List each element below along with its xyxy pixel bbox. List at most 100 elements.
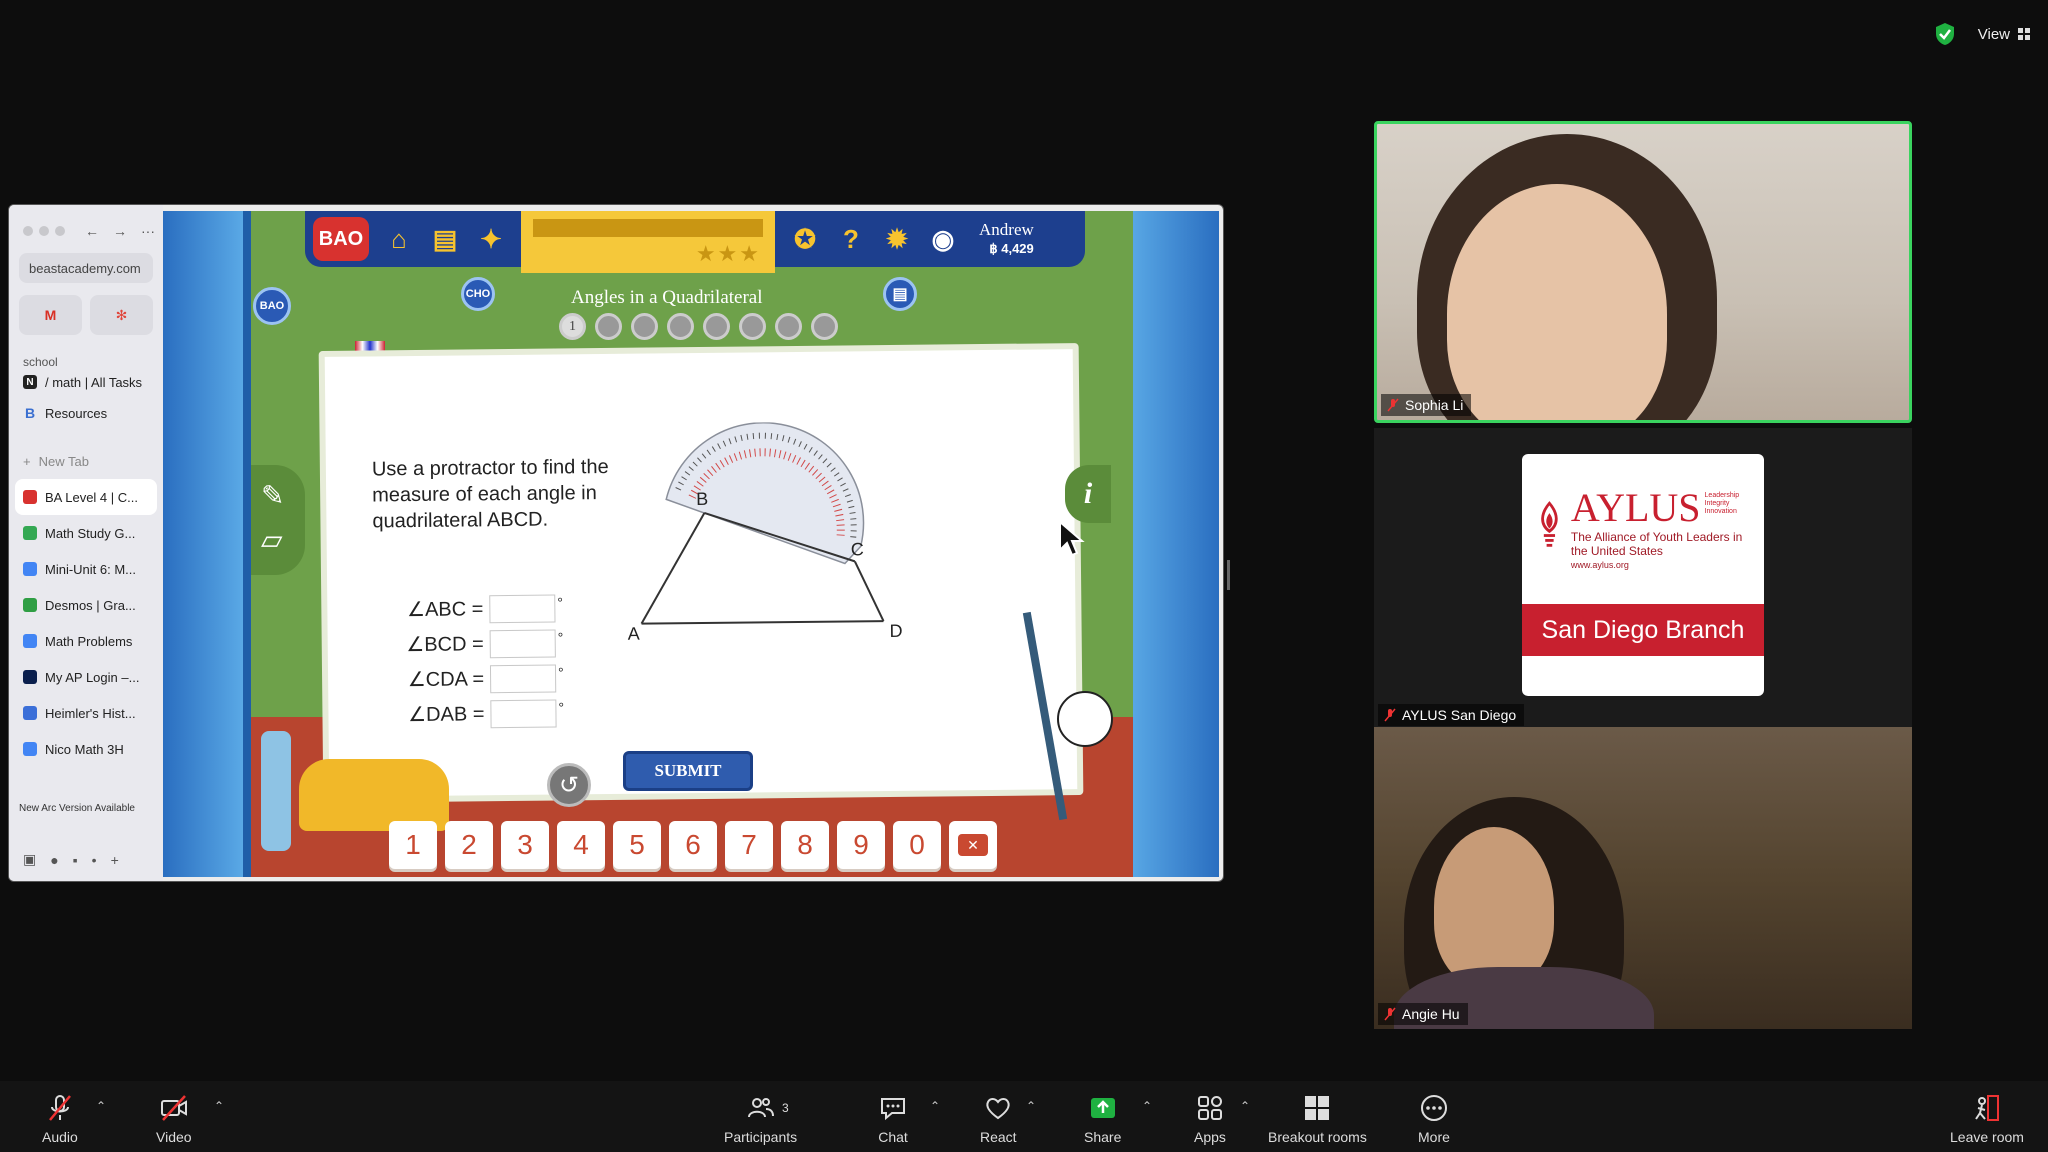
lesson-step[interactable]: 1 — [559, 313, 586, 340]
breakout-rooms-label: Breakout rooms — [1268, 1129, 1367, 1145]
share-screen-icon — [1090, 1098, 1115, 1118]
book-icon[interactable]: ▤ — [429, 223, 461, 255]
video-tile-sophia[interactable]: Sophia Li — [1374, 121, 1912, 423]
add-space-icon[interactable]: + — [111, 852, 119, 868]
breakout-rooms-button[interactable]: Breakout rooms — [1268, 1093, 1367, 1145]
angle-input[interactable] — [489, 594, 556, 623]
chat-button[interactable]: Chat — [878, 1093, 908, 1145]
lesson-step[interactable] — [631, 313, 658, 340]
lesson-step[interactable] — [739, 313, 766, 340]
lesson-step[interactable] — [667, 313, 694, 340]
react-button[interactable]: React — [980, 1093, 1017, 1145]
gmail-pin[interactable]: M — [19, 295, 82, 335]
browser-tab[interactable]: Mini-Unit 6: M... — [9, 551, 163, 587]
award-icon[interactable]: ✪ — [789, 223, 821, 255]
audio-button[interactable]: Audio — [42, 1093, 78, 1145]
keypad-key[interactable]: 6 — [669, 821, 717, 869]
user-info[interactable]: Andrew ฿ 4,429 — [979, 220, 1034, 258]
url-bar[interactable]: beastacademy.com — [19, 253, 153, 283]
apps-button[interactable]: Apps — [1194, 1093, 1226, 1145]
browser-tab[interactable]: Heimler's Hist... — [9, 695, 163, 731]
video-options-caret-icon[interactable]: ⌃ — [214, 1099, 224, 1113]
forward-arrow-icon[interactable]: → — [113, 223, 127, 239]
lesson-steps: 1 — [559, 313, 838, 340]
keypad-key[interactable]: 8 — [781, 821, 829, 869]
bao-logo[interactable]: BAO — [313, 217, 369, 261]
update-banner[interactable]: New Arc Version Available — [19, 803, 135, 814]
angle-input[interactable] — [489, 664, 557, 693]
leave-room-button[interactable]: Leave room — [1950, 1093, 2024, 1145]
more-button[interactable]: More — [1418, 1093, 1450, 1145]
lesson-step[interactable] — [811, 313, 838, 340]
folder-item-label: Resources — [45, 405, 108, 421]
back-arrow-icon[interactable]: ← — [85, 223, 99, 239]
angle-input[interactable] — [490, 699, 557, 728]
info-button[interactable]: i — [1065, 465, 1111, 523]
backspace-key[interactable]: ✕ — [949, 821, 997, 869]
bao-badge[interactable]: BAO — [253, 287, 291, 325]
leave-room-icon — [1975, 1095, 1999, 1121]
browser-tab[interactable]: Math Problems — [9, 623, 163, 659]
keypad-key[interactable]: 4 — [557, 821, 605, 869]
pinned-tabs: M ✻ — [19, 295, 153, 335]
browser-tab[interactable]: Nico Math 3H — [9, 731, 163, 767]
apps-options-caret-icon[interactable]: ⌃ — [1240, 1099, 1250, 1113]
home-icon[interactable]: ⌂ — [383, 223, 415, 255]
chapter-badge[interactable]: CHO — [461, 277, 495, 311]
pencil-icon[interactable]: ✎ — [261, 479, 284, 512]
video-button[interactable]: Video — [156, 1093, 192, 1145]
encryption-shield-icon[interactable] — [1934, 22, 1956, 46]
reset-icon[interactable]: ↺ — [547, 763, 591, 807]
avatar-icon[interactable]: ◉ — [927, 223, 959, 255]
space-dot-icon[interactable]: • — [92, 852, 97, 868]
chat-options-caret-icon[interactable]: ⌃ — [930, 1099, 940, 1113]
minimize-dot[interactable] — [39, 226, 49, 236]
keypad-key[interactable]: 0 — [893, 821, 941, 869]
video-icon[interactable]: ✦ — [475, 223, 507, 255]
browser-tab[interactable]: Math Study G... — [9, 515, 163, 551]
react-options-caret-icon[interactable]: ⌃ — [1026, 1099, 1036, 1113]
space-icon[interactable]: ▪ — [73, 852, 78, 868]
keypad-key[interactable]: 2 — [445, 821, 493, 869]
keypad-key[interactable]: 5 — [613, 821, 661, 869]
maximize-dot[interactable] — [55, 226, 65, 236]
guide-book-icon[interactable]: ▤ — [883, 277, 917, 311]
keypad-key[interactable]: 1 — [389, 821, 437, 869]
browser-tab[interactable]: Desmos | Gra... — [9, 587, 163, 623]
lesson-step[interactable] — [775, 313, 802, 340]
view-label: View — [1977, 25, 2010, 43]
share-options-caret-icon[interactable]: ⌃ — [1142, 1099, 1152, 1113]
resize-handle[interactable] — [1227, 560, 1230, 590]
tab-list: BA Level 4 | C... Math Study G... Mini-Uni… — [9, 479, 163, 767]
folder-label: school — [23, 355, 58, 369]
archive-icon[interactable]: ▣ — [23, 851, 36, 868]
view-button[interactable]: View — [1978, 26, 2030, 43]
video-tile-angie[interactable]: Angie Hu — [1374, 727, 1912, 1029]
pinned-app[interactable]: ✻ — [90, 295, 153, 335]
angle-label: ∠BCD = — [406, 633, 484, 657]
eraser-icon[interactable]: ▱ — [261, 523, 283, 556]
more-dots-icon[interactable]: ··· — [141, 223, 155, 239]
submit-button[interactable]: SUBMIT — [623, 751, 753, 791]
close-dot[interactable] — [23, 226, 33, 236]
browser-tab[interactable]: BA Level 4 | C... — [15, 479, 157, 515]
video-tile-aylus[interactable]: AYLUS Leadership Integrity Innovation Th… — [1374, 428, 1912, 730]
degree-symbol: ° — [557, 593, 563, 611]
help-icon[interactable]: ? — [835, 223, 867, 255]
keypad-key[interactable]: 7 — [725, 821, 773, 869]
new-tab-label: New Tab — [38, 453, 89, 469]
shared-screen[interactable]: ← → ··· beastacademy.com M ✻ school N / … — [8, 204, 1224, 882]
keypad-key[interactable]: 3 — [501, 821, 549, 869]
space-dot-icon[interactable]: ● — [50, 852, 58, 868]
lesson-step[interactable] — [595, 313, 622, 340]
angle-input[interactable] — [489, 629, 556, 658]
share-button[interactable]: Share — [1084, 1093, 1121, 1145]
folder-item[interactable]: N / math | All Tasks — [9, 369, 163, 395]
folder-item[interactable]: B Resources — [9, 395, 163, 431]
lesson-step[interactable] — [703, 313, 730, 340]
browser-tab[interactable]: My AP Login –... — [9, 659, 163, 695]
settings-gear-icon[interactable]: ✹ — [881, 223, 913, 255]
audio-options-caret-icon[interactable]: ⌃ — [96, 1099, 106, 1113]
new-tab-button[interactable]: + New Tab — [9, 443, 163, 479]
keypad-key[interactable]: 9 — [837, 821, 885, 869]
